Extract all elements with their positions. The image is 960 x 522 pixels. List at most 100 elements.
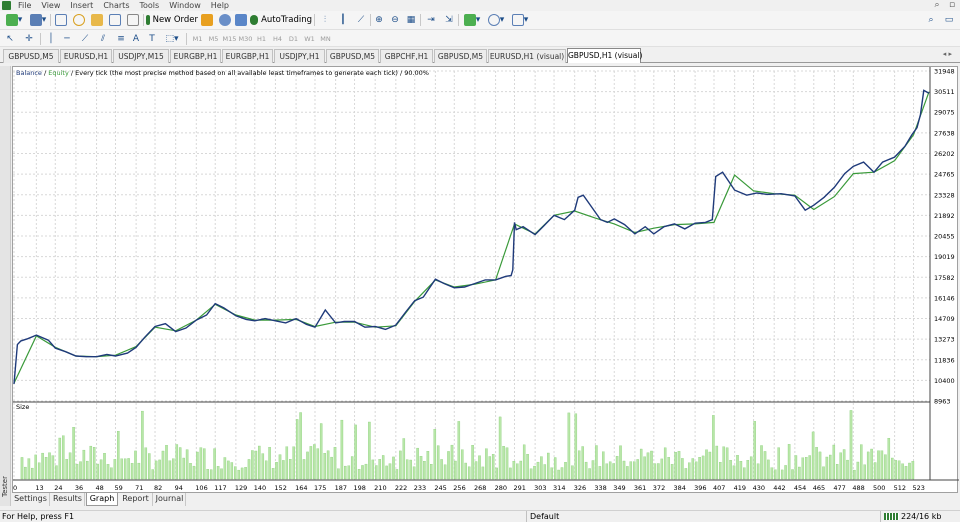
data-window-icon[interactable] xyxy=(72,13,86,27)
mql5-icon[interactable] xyxy=(234,13,248,27)
new-chart-icon[interactable]: ▾ xyxy=(4,13,24,27)
tester-tab-graph[interactable]: Graph xyxy=(86,493,118,506)
market-watch-icon[interactable] xyxy=(54,13,68,27)
chart-tab[interactable]: EURGBP,H1 xyxy=(170,49,221,63)
chart-tab[interactable]: USDJPY,M15 xyxy=(113,49,169,63)
signals-icon[interactable] xyxy=(218,13,232,27)
terminal-icon[interactable] xyxy=(108,13,122,27)
indicators-icon[interactable]: ▾ xyxy=(462,13,482,27)
chart-tab[interactable]: USDJPY,H1 xyxy=(274,49,325,63)
size-bar xyxy=(48,452,51,480)
x-tick-label: 291 xyxy=(513,484,525,492)
size-bar xyxy=(657,463,660,480)
timeframe-m15[interactable]: M15 xyxy=(222,33,237,45)
x-tick-label: 326 xyxy=(574,484,586,492)
x-tick-label: 523 xyxy=(913,484,925,492)
timeframe-m30[interactable]: M30 xyxy=(238,33,253,45)
menu-tools[interactable]: Tools xyxy=(139,0,165,11)
chart-tab[interactable]: EURGBP,H1 xyxy=(222,49,273,63)
periods-icon[interactable]: ▾ xyxy=(486,13,506,27)
line-chart-icon[interactable]: ⟋ xyxy=(354,13,368,27)
text-icon[interactable]: A xyxy=(130,32,142,46)
timeframe-h4[interactable]: H4 xyxy=(270,33,285,45)
x-tick-label: 129 xyxy=(235,484,247,492)
size-bar xyxy=(385,465,388,480)
tab-scroll-arrows[interactable]: ◂ ▸ xyxy=(943,50,952,58)
chart-tab[interactable]: EURUSD,H1 xyxy=(60,49,112,63)
size-bar xyxy=(749,456,753,480)
trendline-icon[interactable]: ⟋ xyxy=(78,32,92,46)
autotrading-button[interactable]: AutoTrading xyxy=(250,13,312,27)
candlestick-icon[interactable]: ┃ xyxy=(336,13,350,27)
restore-icon[interactable]: ▫ xyxy=(945,0,959,11)
chart-tab[interactable]: GBPUSD,M5 xyxy=(3,49,59,63)
tile-windows-icon[interactable]: ▦ xyxy=(404,13,418,27)
chart-shift-icon[interactable]: ⇥ xyxy=(424,13,438,27)
x-tick-label: 268 xyxy=(474,484,486,492)
size-bar xyxy=(289,459,292,480)
size-bar xyxy=(763,451,767,480)
timeframe-d1[interactable]: D1 xyxy=(286,33,301,45)
crosshair-icon[interactable]: ✛ xyxy=(22,32,36,46)
strategy-tester-icon[interactable] xyxy=(126,13,140,27)
menu-window[interactable]: Window xyxy=(169,0,207,11)
timeframe-w1[interactable]: W1 xyxy=(302,33,317,45)
chart-tab[interactable]: GBPUSD,M5 xyxy=(434,49,487,63)
chart-tab[interactable]: GBPCHF,H1 xyxy=(380,49,433,63)
size-bar xyxy=(175,444,179,480)
size-bar xyxy=(344,465,347,480)
size-bar xyxy=(158,459,161,480)
channel-icon[interactable]: ⫽ xyxy=(96,32,110,46)
size-bar xyxy=(189,463,192,480)
label-icon[interactable]: T xyxy=(146,32,158,46)
timeframe-mn[interactable]: MN xyxy=(318,33,333,45)
timeframe-h1[interactable]: H1 xyxy=(254,33,269,45)
market-icon[interactable] xyxy=(200,13,214,27)
chart-tab[interactable]: EURUSD,H1 (visual) xyxy=(488,49,566,63)
chat-icon[interactable]: ▭ xyxy=(942,13,956,27)
fibonacci-icon[interactable]: ≡ xyxy=(114,32,128,46)
y-tick-label: 21892 xyxy=(934,212,955,220)
size-bar xyxy=(237,469,240,480)
x-tick-label: 280 xyxy=(495,484,507,492)
timeframe-m1[interactable]: M1 xyxy=(190,33,205,45)
legend-equity: Equity xyxy=(48,69,69,77)
size-bar xyxy=(127,458,130,480)
navigator-icon[interactable] xyxy=(90,13,104,27)
horizontal-line-icon[interactable]: ─ xyxy=(60,32,74,46)
size-bar xyxy=(488,456,492,480)
tester-tab-journal[interactable]: Journal xyxy=(154,493,186,506)
profiles-icon[interactable]: ▾ xyxy=(28,13,48,27)
search-icon[interactable]: ⌕ xyxy=(930,0,944,11)
size-bar xyxy=(608,461,612,480)
chart-tab[interactable]: GBPUSD,M5 xyxy=(326,49,379,63)
size-bar xyxy=(206,469,209,480)
menu-charts[interactable]: Charts xyxy=(103,0,135,11)
timeframe-m5[interactable]: M5 xyxy=(206,33,221,45)
size-bar xyxy=(677,451,681,480)
tester-tab-report[interactable]: Report xyxy=(119,493,153,506)
shapes-icon[interactable]: ⬚▾ xyxy=(162,32,182,46)
new-order-button[interactable]: New Order xyxy=(146,13,198,27)
size-bar xyxy=(547,452,550,480)
size-bar xyxy=(258,445,261,480)
menu-help[interactable]: Help xyxy=(211,0,235,11)
size-bar xyxy=(440,459,443,480)
autoscroll-icon[interactable]: ⇲ xyxy=(442,13,456,27)
menu-insert[interactable]: Insert xyxy=(70,0,99,11)
tester-tab-settings[interactable]: Settings xyxy=(12,493,50,506)
chart-tab[interactable]: GBPUSD,H1 (visual) xyxy=(567,48,642,63)
zoom-out-icon[interactable]: ⊖ xyxy=(388,13,402,27)
size-bar xyxy=(27,458,31,480)
size-bar xyxy=(904,466,908,480)
bar-chart-icon[interactable]: ⫶ xyxy=(318,13,332,27)
templates-icon[interactable]: ▾ xyxy=(510,13,530,27)
cursor-icon[interactable]: ↖ xyxy=(4,32,16,46)
menu-view[interactable]: View xyxy=(41,0,66,11)
tester-tab-results[interactable]: Results xyxy=(51,493,85,506)
menu-file[interactable]: File xyxy=(18,0,37,11)
zoom-in-icon[interactable]: ⊕ xyxy=(372,13,386,27)
vertical-line-icon[interactable]: │ xyxy=(44,32,58,46)
toolbar-search-icon[interactable]: ⌕ xyxy=(924,13,938,27)
size-bar xyxy=(498,416,502,480)
